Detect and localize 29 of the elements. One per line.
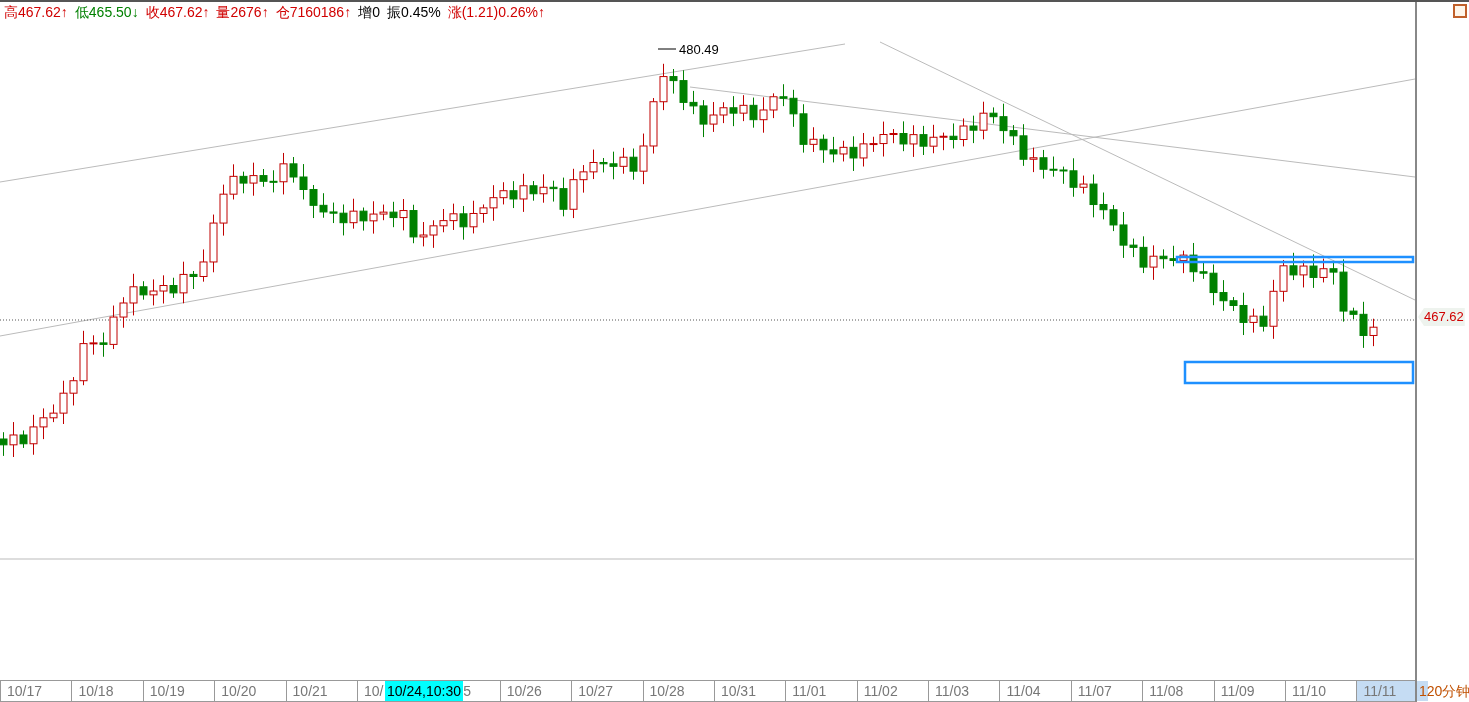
date-label: 10/27 [571,681,643,701]
quote-value: 增0 [358,3,380,22]
date-label: 11/07 [1070,681,1143,701]
quote-value: 高467.62↑ [4,3,68,22]
quote-value: 振0.45% [386,3,441,22]
date-label: 10/26 [499,681,572,701]
date-label: 11/04 [999,681,1071,701]
cursor-time-label: 10/24,10:30 [385,681,463,701]
date-label: 11/03 [928,681,1000,701]
date-label: 10/31 [713,681,786,701]
period-label[interactable]: 120分钟 [1419,681,1469,701]
date-label: 10/19 [142,681,215,701]
square-icon[interactable] [1453,4,1467,18]
date-label: 10/18 [71,681,143,701]
date-label: 10/28 [642,681,714,701]
last-price-tag: 467.62 [1418,308,1465,326]
quote-value: 低465.50↓ [74,3,139,22]
date-label: 10/20 [214,681,286,701]
date-label: 11/09 [1213,681,1286,701]
date-label: 11/08 [1142,681,1214,701]
quote-value: 量2676↑ [216,3,269,22]
date-label: 11/01 [785,681,857,701]
date-label: 10/21 [285,681,357,701]
date-label: 11/02 [856,681,929,701]
quote-value: 收467.62↑ [145,3,210,22]
quote-value: 仓7160186↑ [275,3,352,22]
quote-value: 涨(1.21)0.26%↑ [447,3,545,22]
date-label: 10/17 [0,681,72,701]
high-price-label: 480.49 [679,42,719,57]
